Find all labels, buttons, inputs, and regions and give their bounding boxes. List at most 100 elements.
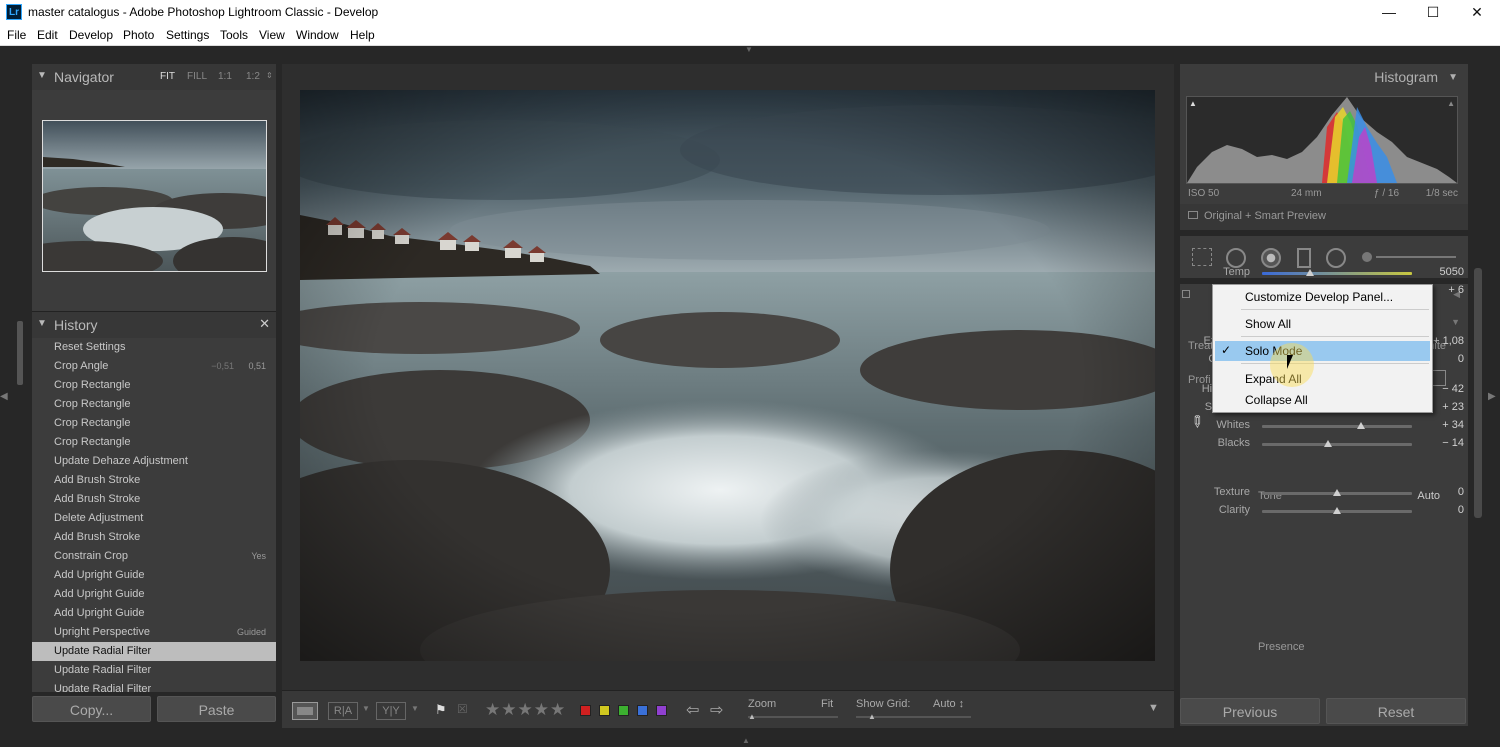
history-item[interactable]: Update Radial Filter <box>32 661 276 680</box>
history-item[interactable]: Update Radial Filter <box>32 680 276 692</box>
slider-track[interactable] <box>1262 443 1412 446</box>
zoom-stepper-icon[interactable]: ⇕ <box>266 71 273 80</box>
reject-flag-icon[interactable]: ☒ <box>457 702 468 716</box>
menu-item-solo-mode[interactable]: ✓ Solo Mode <box>1215 341 1430 361</box>
zoom-slider[interactable] <box>748 716 838 718</box>
slider-knob[interactable] <box>1306 269 1314 276</box>
before-after-split-button[interactable]: Y|Y <box>376 702 406 720</box>
history-item[interactable]: Update Dehaze Adjustment <box>32 452 276 471</box>
menu-tools[interactable]: Tools <box>220 28 248 42</box>
history-item[interactable]: Constrain Crop Yes <box>32 547 276 566</box>
menu-edit[interactable]: Edit <box>37 28 58 42</box>
zoom-fit-option[interactable]: FIT <box>160 71 175 82</box>
history-item[interactable]: Add Upright Guide <box>32 585 276 604</box>
menu-item-expand-all[interactable]: Expand All <box>1213 369 1432 389</box>
history-item[interactable]: Crop Rectangle <box>32 395 276 414</box>
flag-icon[interactable]: ⚑ <box>435 702 447 718</box>
menu-window[interactable]: Window <box>296 28 339 42</box>
slider-knob[interactable] <box>1333 507 1341 514</box>
reset-button[interactable]: Reset <box>1326 698 1466 724</box>
history-header[interactable]: ▼ History ✕ <box>32 312 276 338</box>
slider-knob[interactable] <box>1357 422 1365 429</box>
show-grid-select[interactable]: Auto ↕ <box>933 698 964 710</box>
history-item[interactable]: Crop Rectangle <box>32 414 276 433</box>
spot-removal-icon[interactable] <box>1226 248 1246 268</box>
color-label-swatch[interactable] <box>618 705 629 716</box>
star-rating[interactable]: ★★★★★ <box>485 700 566 720</box>
loupe-view-button[interactable] <box>292 702 318 720</box>
history-item[interactable]: Reset Settings <box>32 338 276 357</box>
zoom-1-1-option[interactable]: 1:1 <box>218 71 232 82</box>
clear-history-icon[interactable]: ✕ <box>259 316 270 332</box>
chevron-down-icon[interactable]: ▼ <box>362 704 370 713</box>
slider-value[interactable]: + 34 <box>1420 419 1464 431</box>
menu-item-collapse-all[interactable]: Collapse All <box>1213 390 1432 410</box>
navigator-header[interactable]: ▼ Navigator FIT FILL 1:1 1:2 ⇕ <box>32 64 276 90</box>
grid-slider-knob[interactable]: ▲ <box>868 712 876 721</box>
menu-photo[interactable]: Photo <box>123 28 154 42</box>
slider-value[interactable]: 5050 <box>1420 266 1464 278</box>
history-item[interactable]: Upright Perspective Guided <box>32 623 276 642</box>
previous-photo-arrow-icon[interactable]: ⇦ <box>686 700 699 720</box>
slider-knob[interactable] <box>1333 489 1341 496</box>
history-item[interactable]: Crop Rectangle <box>32 376 276 395</box>
previous-button[interactable]: Previous <box>1180 698 1320 724</box>
slider-track[interactable] <box>1262 425 1412 428</box>
adjustment-brush-icon[interactable] <box>1362 252 1372 262</box>
top-panel-toggle-icon[interactable]: ▼ <box>742 46 756 54</box>
shadow-clipping-icon[interactable]: ▲ <box>1189 99 1197 108</box>
collapse-triangle-icon[interactable]: ▼ <box>1451 317 1460 327</box>
color-label-swatch[interactable] <box>580 705 591 716</box>
right-panel-toggle-icon[interactable]: ▶ <box>1488 391 1500 405</box>
left-panel-toggle-icon[interactable]: ◀ <box>0 391 14 405</box>
history-item[interactable]: Add Brush Stroke <box>32 471 276 490</box>
left-scrollbar[interactable] <box>17 321 23 385</box>
zoom-1-2-option[interactable]: 1:2 <box>246 71 260 82</box>
copy-button[interactable]: Copy... <box>32 696 151 722</box>
history-item[interactable]: Delete Adjustment <box>32 509 276 528</box>
right-scrollbar[interactable] <box>1474 268 1482 518</box>
crop-tool-icon[interactable] <box>1192 248 1212 266</box>
slider-value[interactable]: 0 <box>1420 486 1464 498</box>
histogram-graph[interactable]: ▲ ▲ <box>1186 96 1458 184</box>
before-after-button[interactable]: R|A <box>328 702 358 720</box>
minimize-button[interactable]: — <box>1366 0 1412 24</box>
menu-develop[interactable]: Develop <box>69 28 113 42</box>
slider-value[interactable]: − 14 <box>1420 437 1464 449</box>
paste-button[interactable]: Paste <box>157 696 276 722</box>
history-item[interactable]: Crop Rectangle <box>32 433 276 452</box>
color-label-swatch[interactable] <box>637 705 648 716</box>
color-label-swatch[interactable] <box>656 705 667 716</box>
history-item[interactable]: Update Radial Filter <box>32 642 276 661</box>
graduated-filter-icon[interactable] <box>1297 248 1311 268</box>
collapse-triangle-icon[interactable]: ▼ <box>37 70 47 81</box>
maximize-button[interactable]: ☐ <box>1410 0 1456 24</box>
close-window-button[interactable]: ✕ <box>1454 0 1500 24</box>
navigator-preview[interactable] <box>42 120 267 272</box>
slider-track[interactable] <box>1262 272 1412 275</box>
menu-view[interactable]: View <box>259 28 285 42</box>
history-item[interactable]: Add Brush Stroke <box>32 490 276 509</box>
zoom-slider-knob[interactable]: ▲ <box>748 712 756 721</box>
slider-value[interactable]: 0 <box>1420 504 1464 516</box>
menu-item-customize-develop-panel[interactable]: Customize Develop Panel... <box>1213 287 1432 307</box>
red-eye-icon[interactable] <box>1261 248 1281 268</box>
history-item[interactable]: Add Upright Guide <box>32 566 276 585</box>
toolbar-options-chevron-icon[interactable]: ▼ <box>1148 702 1159 714</box>
menu-settings[interactable]: Settings <box>166 28 209 42</box>
main-photo[interactable] <box>300 90 1155 661</box>
next-photo-arrow-icon[interactable]: ⇨ <box>710 700 723 720</box>
radial-filter-icon[interactable] <box>1326 248 1346 268</box>
chevron-down-icon[interactable]: ▼ <box>411 704 419 713</box>
zoom-fill-option[interactable]: FILL <box>187 71 207 82</box>
menu-help[interactable]: Help <box>350 28 375 42</box>
bottom-panel-toggle-icon[interactable]: ▲ <box>742 736 756 746</box>
menu-item-show-all[interactable]: Show All <box>1213 314 1432 334</box>
color-label-swatch[interactable] <box>599 705 610 716</box>
history-item[interactable]: Add Brush Stroke <box>32 528 276 547</box>
highlight-clipping-icon[interactable]: ▲ <box>1447 99 1455 108</box>
menu-file[interactable]: File <box>7 28 26 42</box>
history-item[interactable]: Add Upright Guide <box>32 604 276 623</box>
collapse-triangle-icon[interactable]: ▼ <box>37 318 47 329</box>
history-item[interactable]: Crop Angle −0,51 0,51 <box>32 357 276 376</box>
